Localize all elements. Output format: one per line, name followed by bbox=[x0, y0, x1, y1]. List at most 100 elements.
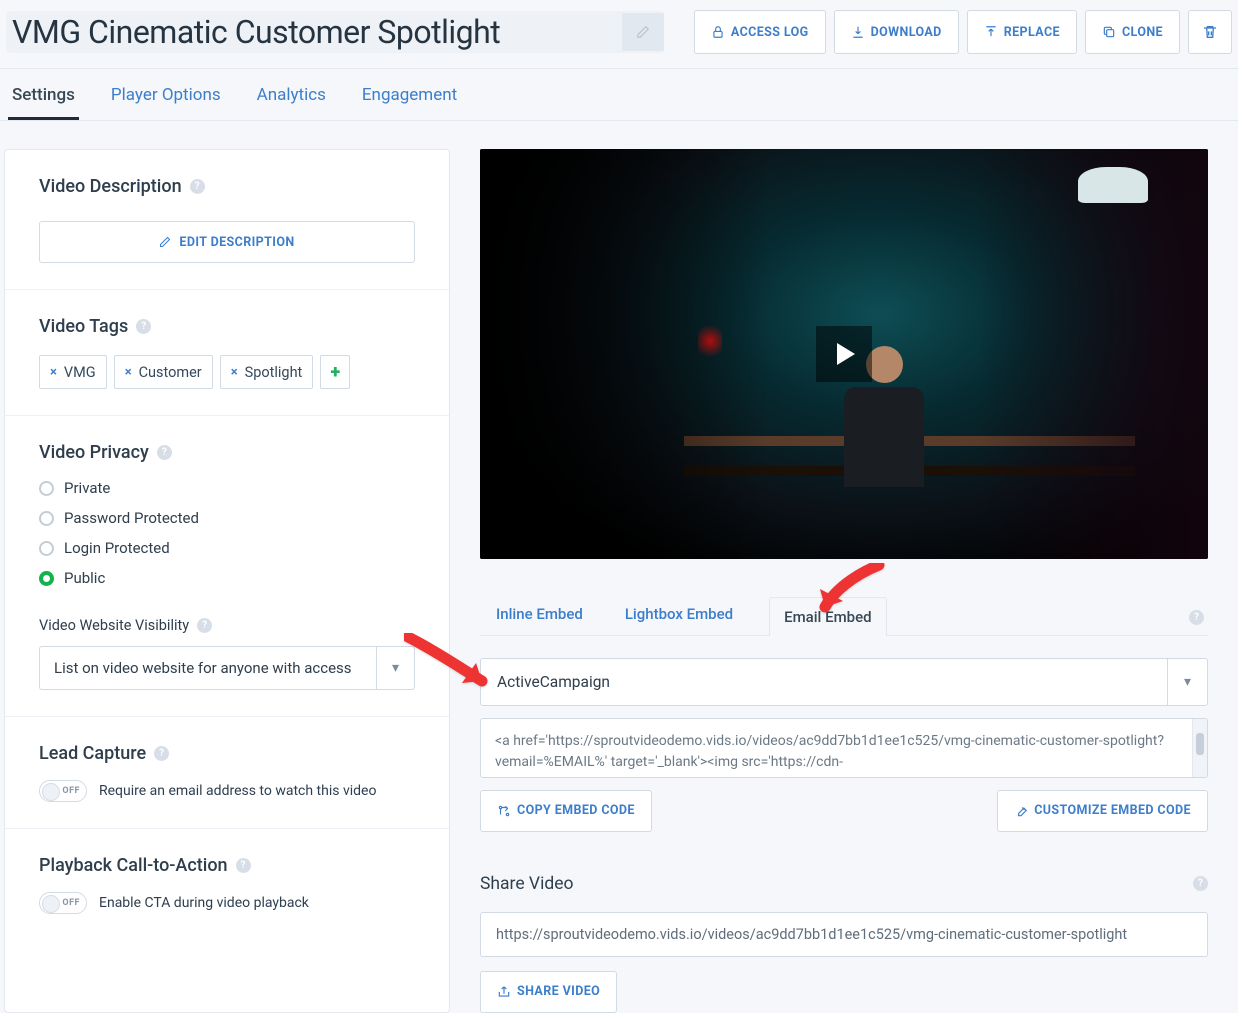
privacy-title: Video Privacy ? bbox=[39, 442, 415, 463]
title-wrap: VMG Cinematic Customer Spotlight bbox=[6, 11, 664, 53]
replace-button[interactable]: REPLACE bbox=[967, 10, 1077, 54]
visibility-label: Video Website Visibility ? bbox=[39, 617, 415, 634]
privacy-option-public[interactable]: Public bbox=[39, 569, 415, 587]
description-title: Video Description ? bbox=[39, 176, 415, 197]
tag-item: × VMG bbox=[39, 355, 107, 389]
section-cta: Playback Call-to-Action ? OFF Enable CTA… bbox=[5, 829, 449, 924]
cta-toggle[interactable]: OFF bbox=[39, 892, 87, 914]
radio-label: Private bbox=[64, 479, 110, 497]
customize-embed-label: CUSTOMIZE EMBED CODE bbox=[1034, 803, 1191, 818]
video-thumbnail bbox=[480, 149, 1208, 559]
radio-label: Login Protected bbox=[64, 539, 170, 557]
cta-title: Playback Call-to-Action ? bbox=[39, 855, 415, 876]
embed-code-box[interactable]: <a href='https://sproutvideodemo.vids.io… bbox=[480, 718, 1208, 778]
tag-label: Customer bbox=[139, 364, 202, 381]
help-icon[interactable]: ? bbox=[190, 179, 205, 194]
visibility-select[interactable]: List on video website for anyone with ac… bbox=[39, 646, 415, 690]
toggle-state: OFF bbox=[62, 786, 80, 796]
section-lead-capture: Lead Capture ? OFF Require an email addr… bbox=[5, 717, 449, 829]
radio-icon bbox=[39, 511, 54, 526]
lead-toggle-label: Require an email address to watch this v… bbox=[99, 783, 376, 799]
share-actions: SHARE VIDEO bbox=[480, 971, 1208, 1013]
remove-tag-icon[interactable]: × bbox=[125, 365, 132, 380]
tags-title-text: Video Tags bbox=[39, 316, 128, 337]
edit-title-icon[interactable] bbox=[622, 13, 664, 51]
tab-settings[interactable]: Settings bbox=[8, 69, 79, 120]
remove-tag-icon[interactable]: × bbox=[231, 365, 238, 380]
clone-button[interactable]: CLONE bbox=[1085, 10, 1180, 54]
help-icon[interactable]: ? bbox=[154, 746, 169, 761]
download-label: DOWNLOAD bbox=[871, 25, 942, 40]
tag-item: × Spotlight bbox=[220, 355, 314, 389]
lead-title-text: Lead Capture bbox=[39, 743, 146, 764]
annotation-arrow bbox=[819, 563, 893, 617]
share-title-text: Share Video bbox=[480, 874, 573, 894]
tag-label: Spotlight bbox=[245, 364, 303, 381]
privacy-option-private[interactable]: Private bbox=[39, 479, 415, 497]
access-log-label: ACCESS LOG bbox=[731, 25, 809, 40]
content-area: Video Description ? EDIT DESCRIPTION Vid… bbox=[0, 121, 1238, 1013]
help-icon[interactable]: ? bbox=[197, 618, 212, 633]
embed-code-text: <a href='https://sproutvideodemo.vids.io… bbox=[495, 733, 1164, 778]
tab-engagement[interactable]: Engagement bbox=[358, 69, 461, 120]
tags-list: × VMG × Customer × Spotlight + bbox=[39, 355, 415, 389]
help-icon[interactable]: ? bbox=[1189, 610, 1204, 625]
add-tag-button[interactable]: + bbox=[320, 355, 350, 389]
visibility-label-text: Video Website Visibility bbox=[39, 617, 189, 634]
lead-title: Lead Capture ? bbox=[39, 743, 415, 764]
scrollbar[interactable] bbox=[1192, 719, 1207, 777]
edit-description-button[interactable]: EDIT DESCRIPTION bbox=[39, 221, 415, 263]
toggle-state: OFF bbox=[62, 898, 80, 908]
radio-icon bbox=[39, 571, 54, 586]
description-title-text: Video Description bbox=[39, 176, 182, 197]
share-url-input[interactable]: https://sproutvideodemo.vids.io/videos/a… bbox=[480, 912, 1208, 957]
radio-icon bbox=[39, 481, 54, 496]
remove-tag-icon[interactable]: × bbox=[50, 365, 57, 380]
right-panel: Inline Embed Lightbox Embed Email Embed … bbox=[480, 149, 1238, 1013]
embed-tab-lightbox[interactable]: Lightbox Embed bbox=[619, 593, 739, 635]
cta-toggle-label: Enable CTA during video playback bbox=[99, 895, 309, 911]
code-actions: COPY EMBED CODE CUSTOMIZE EMBED CODE bbox=[480, 790, 1208, 832]
share-video-label: SHARE VIDEO bbox=[517, 984, 600, 999]
tag-label: VMG bbox=[64, 364, 96, 381]
tags-title: Video Tags ? bbox=[39, 316, 415, 337]
access-log-button[interactable]: ACCESS LOG bbox=[694, 10, 826, 54]
privacy-title-text: Video Privacy bbox=[39, 442, 149, 463]
radio-icon bbox=[39, 541, 54, 556]
customize-embed-button[interactable]: CUSTOMIZE EMBED CODE bbox=[997, 790, 1208, 832]
privacy-options: Private Password Protected Login Protect… bbox=[39, 479, 415, 587]
privacy-option-password[interactable]: Password Protected bbox=[39, 509, 415, 527]
replace-label: REPLACE bbox=[1004, 25, 1060, 40]
copy-embed-button[interactable]: COPY EMBED CODE bbox=[480, 790, 652, 832]
radio-label: Public bbox=[64, 569, 105, 587]
section-description: Video Description ? EDIT DESCRIPTION bbox=[5, 150, 449, 290]
tab-analytics[interactable]: Analytics bbox=[253, 69, 330, 120]
delete-button[interactable] bbox=[1188, 10, 1232, 54]
lead-toggle-row: OFF Require an email address to watch th… bbox=[39, 780, 415, 802]
share-video-button[interactable]: SHARE VIDEO bbox=[480, 971, 617, 1013]
settings-panel: Video Description ? EDIT DESCRIPTION Vid… bbox=[4, 149, 450, 1013]
page-header: VMG Cinematic Customer Spotlight ACCESS … bbox=[0, 0, 1238, 69]
lead-toggle[interactable]: OFF bbox=[39, 780, 87, 802]
share-title: Share Video ? bbox=[480, 874, 1208, 894]
embed-tab-inline[interactable]: Inline Embed bbox=[490, 593, 589, 635]
clone-label: CLONE bbox=[1122, 25, 1163, 40]
provider-value: ActiveCampaign bbox=[481, 659, 1167, 705]
help-icon[interactable]: ? bbox=[236, 858, 251, 873]
play-button[interactable] bbox=[816, 326, 872, 382]
download-button[interactable]: DOWNLOAD bbox=[834, 10, 959, 54]
page-title: VMG Cinematic Customer Spotlight bbox=[12, 13, 500, 51]
tab-player-options[interactable]: Player Options bbox=[107, 69, 225, 120]
edit-description-label: EDIT DESCRIPTION bbox=[179, 235, 294, 250]
copy-embed-label: COPY EMBED CODE bbox=[517, 803, 635, 818]
help-icon[interactable]: ? bbox=[157, 445, 172, 460]
tag-item: × Customer bbox=[114, 355, 213, 389]
header-actions: ACCESS LOG DOWNLOAD REPLACE CLONE bbox=[664, 10, 1232, 54]
chevron-down-icon: ▾ bbox=[1167, 659, 1207, 705]
privacy-option-login[interactable]: Login Protected bbox=[39, 539, 415, 557]
visibility-value: List on video website for anyone with ac… bbox=[40, 647, 376, 689]
help-icon[interactable]: ? bbox=[1193, 876, 1208, 891]
embed-provider-select[interactable]: ActiveCampaign ▾ bbox=[480, 658, 1208, 706]
help-icon[interactable]: ? bbox=[136, 319, 151, 334]
cta-toggle-row: OFF Enable CTA during video playback bbox=[39, 892, 415, 914]
